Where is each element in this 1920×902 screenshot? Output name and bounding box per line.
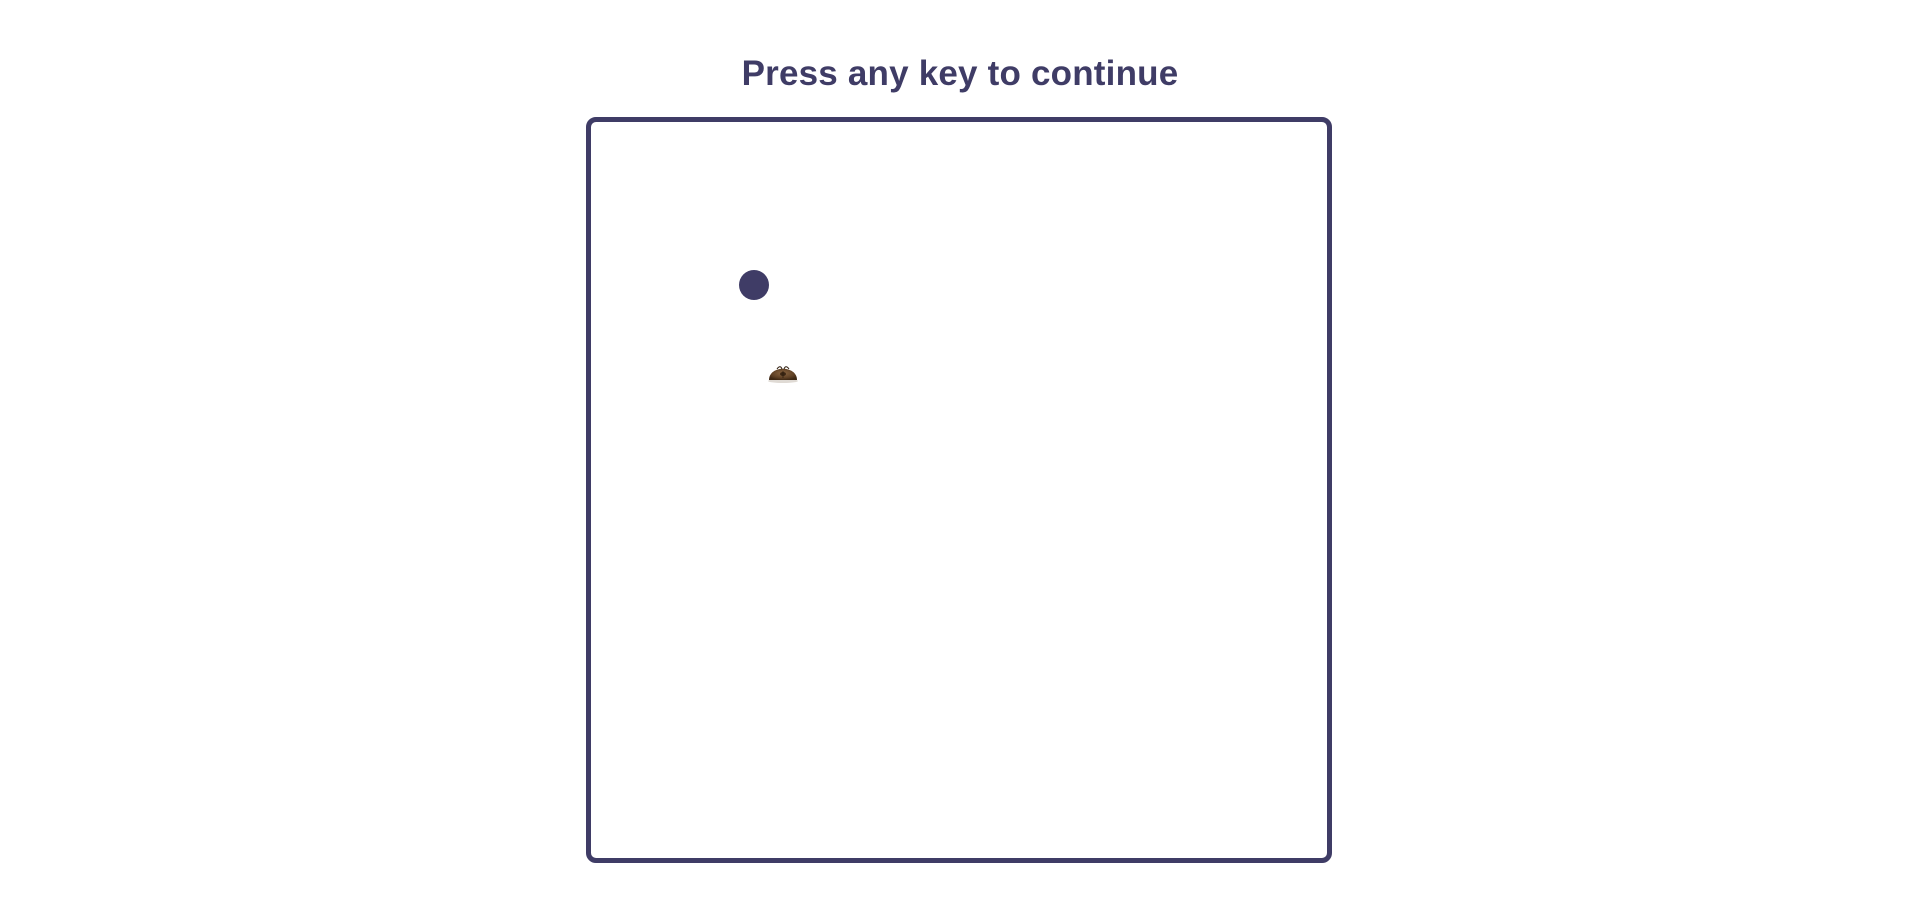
mole-icon bbox=[768, 366, 798, 383]
player-dot bbox=[739, 270, 769, 300]
continue-prompt: Press any key to continue bbox=[741, 54, 1179, 93]
game-screen[interactable]: Press any key to continue bbox=[0, 0, 1920, 902]
game-board[interactable] bbox=[586, 117, 1332, 863]
